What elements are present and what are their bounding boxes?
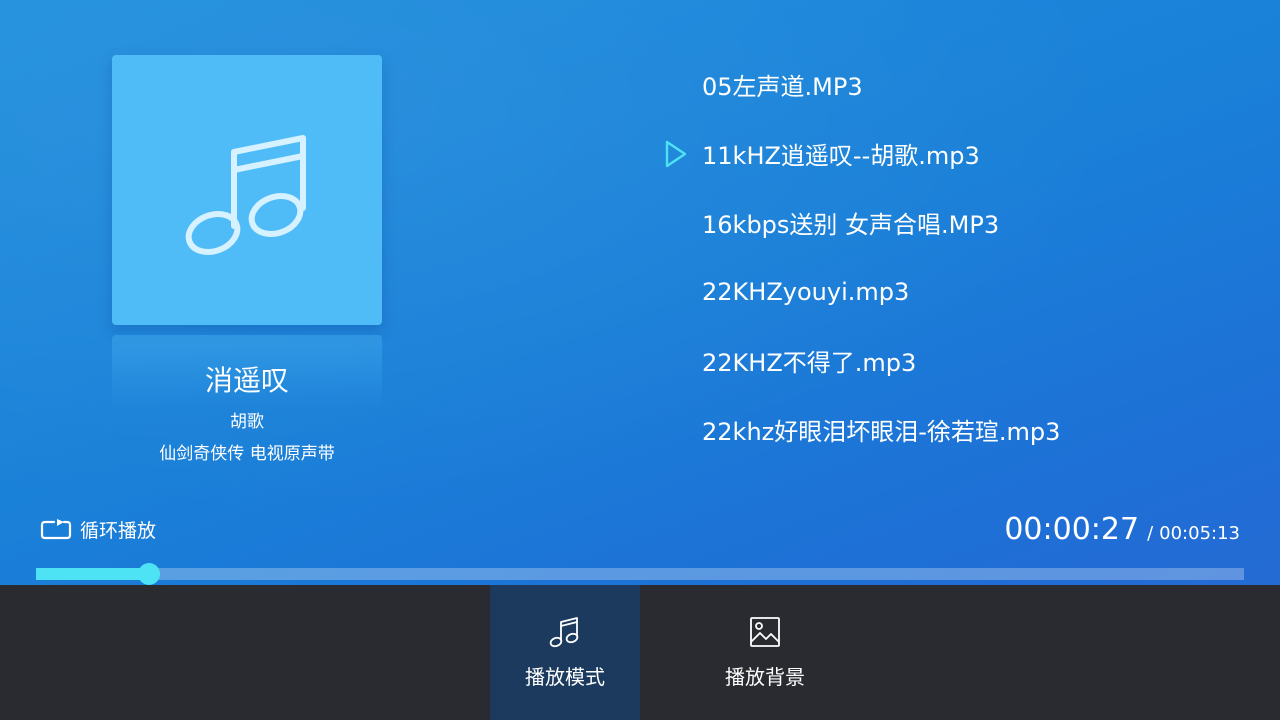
play-mode-button-label: 播放模式 — [525, 665, 605, 689]
track-name: 22KHZyouyi.mp3 — [702, 277, 910, 306]
time-separator: / — [1147, 523, 1154, 544]
music-note-icon — [185, 135, 306, 255]
track-name: 22khz好眼泪坏眼泪-徐若瑄.mp3 — [702, 418, 1061, 446]
playlist-item[interactable]: 22KHZ不得了.mp3 — [660, 326, 1260, 395]
song-album: 仙剑奇侠传 电视原声带 — [159, 444, 335, 464]
playlist-item[interactable]: 22KHZyouyi.mp3 — [660, 257, 1260, 326]
play-icon — [665, 140, 687, 167]
song-title: 消遥叹 — [204, 364, 289, 397]
song-info: 消遥叹 胡歌 仙剑奇侠传 电视原声带 — [112, 360, 382, 466]
play-background-button[interactable]: 播放背景 — [690, 585, 840, 720]
track-name: 05左声道.MP3 — [702, 73, 863, 101]
playlist-item[interactable]: 22khz好眼泪坏眼泪-徐若瑄.mp3 — [660, 395, 1260, 464]
playlist-item-current[interactable]: 11kHZ逍遥叹--胡歌.mp3 — [660, 119, 1260, 188]
current-time: 00:00:27 — [1004, 512, 1140, 547]
play-background-button-label: 播放背景 — [725, 665, 805, 689]
song-artist: 胡歌 — [230, 412, 264, 432]
track-name: 22KHZ不得了.mp3 — [702, 349, 917, 377]
music-note-icon — [549, 617, 579, 648]
play-mode-indicator[interactable]: 循环播放 — [40, 516, 156, 543]
playlist-item[interactable]: 16kbps送别 女声合唱.MP3 — [660, 188, 1260, 257]
playlist-item[interactable]: 05左声道.MP3 — [660, 50, 1260, 119]
play-mode-label: 循环播放 — [80, 520, 157, 542]
progress-knob[interactable] — [138, 563, 160, 585]
playlist: 05左声道.MP3 11kHZ逍遥叹--胡歌.mp3 16kbps送别 女声合唱… — [660, 50, 1260, 464]
progress-fill — [36, 568, 149, 580]
album-cover — [112, 55, 382, 325]
track-name: 16kbps送别 女声合唱.MP3 — [702, 211, 1000, 239]
track-name: 11kHZ逍遥叹--胡歌.mp3 — [702, 142, 980, 170]
time-display: 00:00:27 / 00:05:13 — [1004, 512, 1240, 547]
image-icon — [750, 617, 780, 647]
play-mode-button[interactable]: 播放模式 — [490, 585, 640, 720]
repeat-icon — [40, 518, 72, 539]
total-time: 00:05:13 — [1159, 523, 1240, 544]
bottom-menu-bar: 播放模式 播放背景 — [0, 585, 1280, 720]
progress-bar[interactable] — [36, 563, 1244, 585]
